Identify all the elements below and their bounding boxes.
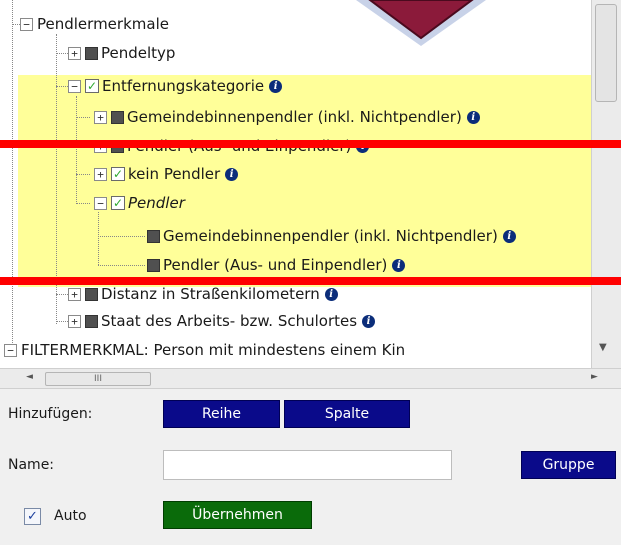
expand-icon[interactable]: +: [68, 46, 81, 60]
tree-node-label: Staat des Arbeits- bzw. Schulortes: [101, 312, 358, 330]
row-button[interactable]: Reihe: [163, 400, 280, 428]
tree-leaf-pendler-aus-ein[interactable]: Pendler (Aus- und Einpendler) i: [147, 253, 406, 277]
scroll-right-arrow-icon[interactable]: ►: [591, 372, 598, 382]
expand-icon[interactable]: +: [68, 287, 81, 301]
tree-node-label: Pendler: [128, 194, 185, 212]
tree-node-label: Gemeindebinnenpendler (inkl. Nichtpendle…: [127, 108, 462, 126]
tree-line: [56, 86, 68, 87]
info-icon[interactable]: i: [362, 314, 376, 328]
checked-box-icon[interactable]: ✓: [85, 79, 99, 93]
tree-node-label: Distanz in Straßenkilometern: [101, 285, 320, 303]
unchecked-box-icon[interactable]: [147, 229, 160, 243]
tree-line: [98, 212, 99, 265]
name-input[interactable]: [163, 450, 452, 480]
expand-icon[interactable]: +: [94, 110, 107, 124]
name-label: Name:: [8, 457, 55, 473]
tree-node-label: Gemeindebinnenpendler (inkl. Nichtpendle…: [163, 227, 498, 245]
collapse-icon[interactable]: −: [4, 343, 17, 357]
scroll-down-arrow-icon[interactable]: ▼: [599, 342, 607, 353]
tree-line: [76, 203, 90, 204]
vertical-scroll-thumb[interactable]: [595, 4, 617, 102]
info-icon[interactable]: i: [269, 79, 283, 93]
unchecked-box-icon[interactable]: [111, 110, 124, 124]
red-overlay-line: [0, 277, 621, 285]
info-icon[interactable]: i: [324, 287, 338, 301]
unchecked-box-icon[interactable]: [147, 258, 160, 272]
auto-label: Auto: [54, 508, 87, 524]
horizontal-scroll-thumb[interactable]: III: [45, 372, 151, 386]
tree-node-kein-pendler[interactable]: + ✓ kein Pendler i: [94, 162, 239, 186]
tree-node-label: Pendlermerkmale: [37, 15, 169, 33]
tree-node-entfernungskategorie[interactable]: − ✓ Entfernungskategorie i: [68, 74, 283, 98]
tree-line: [76, 96, 77, 204]
tree-node-staat-arbeitsort[interactable]: + Staat des Arbeits- bzw. Schulortes i: [68, 309, 376, 333]
tree-node-pendeltyp[interactable]: + Pendeltyp: [68, 41, 175, 65]
info-icon[interactable]: i: [466, 110, 480, 124]
tree-line: [98, 236, 145, 237]
tree-leaf-gemeindebinnenpendler[interactable]: Gemeindebinnenpendler (inkl. Nichtpendle…: [147, 224, 516, 248]
tree-node-filtermerkmal[interactable]: − FILTERMERKMAL: Person mit mindestens ei…: [4, 338, 405, 362]
vertical-scrollbar[interactable]: ▼: [591, 0, 621, 368]
tree-line: [12, 0, 13, 355]
add-label: Hinzufügen:: [8, 406, 93, 422]
tree-node-pendlermerkmale[interactable]: − Pendlermerkmale: [20, 12, 169, 36]
tree-line: [56, 321, 68, 322]
red-overlay-line: [0, 140, 621, 148]
tree-line: [76, 117, 90, 118]
tree-view: − Pendlermerkmale + Pendeltyp − ✓ Entfernung…: [0, 0, 591, 368]
group-button[interactable]: Gruppe: [521, 451, 616, 479]
tree-line: [56, 53, 68, 54]
scroll-left-arrow-icon[interactable]: ◄: [26, 372, 33, 382]
tree-node-label: FILTERMERKMAL: Person mit mindestens ein…: [21, 341, 406, 359]
tree-node-gemeindebinnenpendler[interactable]: + Gemeindebinnenpendler (inkl. Nichtpendl…: [94, 105, 480, 129]
tree-node-label: kein Pendler: [128, 165, 221, 183]
column-button[interactable]: Spalte: [284, 400, 410, 428]
auto-checkbox[interactable]: ✓: [24, 508, 41, 525]
dialog-panel: − Pendlermerkmale + Pendeltyp − ✓ Entfernung…: [0, 0, 621, 545]
collapse-icon[interactable]: −: [68, 79, 81, 93]
checked-box-icon[interactable]: ✓: [111, 167, 125, 181]
tree-line: [76, 174, 90, 175]
tree-node-label: Pendeltyp: [101, 44, 176, 62]
tree-line: [56, 294, 68, 295]
decorative-arrow-icon: [356, 0, 486, 46]
tree-node-label: Entfernungskategorie: [102, 77, 265, 95]
tree-node-distanz[interactable]: + Distanz in Straßenkilometern i: [68, 282, 338, 306]
expand-icon[interactable]: +: [94, 167, 107, 181]
tree-line: [98, 265, 145, 266]
unchecked-box-icon[interactable]: [85, 314, 98, 328]
tree-node-pendler[interactable]: − ✓ Pendler: [94, 191, 185, 215]
info-icon[interactable]: i: [502, 229, 516, 243]
collapse-icon[interactable]: −: [94, 196, 107, 210]
info-icon[interactable]: i: [392, 258, 406, 272]
apply-button[interactable]: Übernehmen: [163, 501, 312, 529]
info-icon[interactable]: i: [225, 167, 239, 181]
tree-node-label: Pendler (Aus- und Einpendler): [163, 256, 388, 274]
unchecked-box-icon[interactable]: [85, 46, 98, 60]
collapse-icon[interactable]: −: [20, 17, 33, 31]
checked-box-icon[interactable]: ✓: [111, 196, 125, 210]
unchecked-box-icon[interactable]: [85, 287, 98, 301]
horizontal-scrollbar[interactable]: ◄ III ►: [0, 368, 621, 389]
expand-icon[interactable]: +: [68, 314, 81, 328]
